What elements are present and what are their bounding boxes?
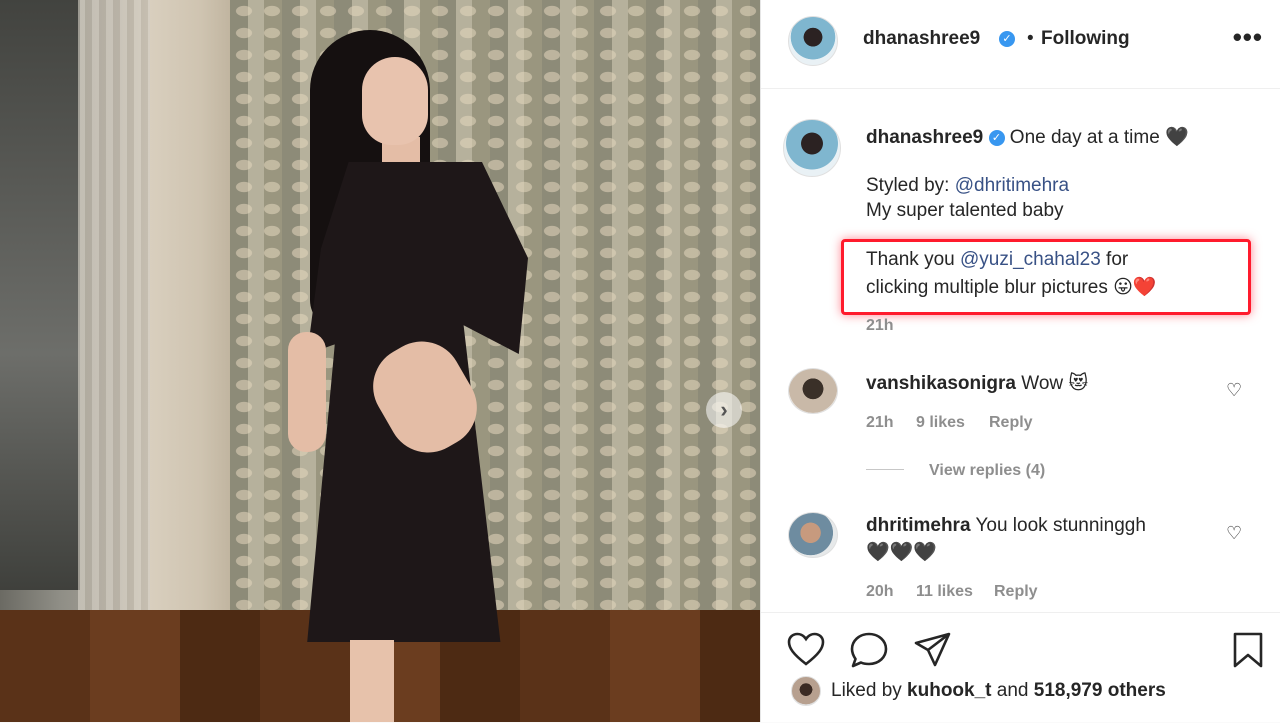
avatar[interactable] bbox=[788, 16, 838, 66]
comment-username[interactable]: dhritimehra bbox=[866, 515, 971, 536]
comment-username[interactable]: vanshikasonigra bbox=[866, 373, 1016, 394]
like-comment-icon[interactable]: ♡ bbox=[1226, 380, 1246, 400]
liker-avatar[interactable] bbox=[791, 676, 821, 706]
verified-icon: ✓ bbox=[999, 31, 1015, 47]
photo-window bbox=[0, 0, 80, 590]
caption-text: One day at a time bbox=[1009, 127, 1160, 148]
share-icon[interactable] bbox=[913, 631, 953, 669]
mention-link[interactable]: @yuzi_chahal23 bbox=[960, 249, 1101, 270]
comment-text: You look stunninggh bbox=[975, 515, 1146, 536]
post-header: dhanashree9 ✓ • Following ••• bbox=[761, 0, 1280, 89]
next-image-button[interactable]: › bbox=[706, 392, 742, 428]
header-separator: • bbox=[1027, 28, 1034, 49]
comment-likes[interactable]: 11 likes bbox=[916, 583, 973, 601]
comment-time[interactable]: 21h bbox=[866, 414, 894, 432]
caption-line3: My super talented baby bbox=[866, 200, 1064, 221]
liker-username[interactable]: kuhook_t bbox=[907, 680, 991, 701]
post-side-panel: dhanashree9 ✓ • Following ••• dhanashree… bbox=[760, 0, 1280, 722]
comment-avatar[interactable] bbox=[788, 368, 838, 414]
header-username[interactable]: dhanashree9 bbox=[863, 28, 980, 50]
caption-avatar[interactable] bbox=[783, 119, 841, 177]
replies-divider bbox=[866, 469, 904, 470]
comment-likes[interactable]: 9 likes bbox=[916, 414, 965, 432]
comment-icon[interactable] bbox=[849, 631, 889, 669]
photo-sheer-curtain bbox=[78, 0, 158, 640]
caption-thanks-line2: clicking multiple blur pictures 😛❤️ bbox=[866, 277, 1157, 298]
comment-time[interactable]: 20h bbox=[866, 583, 894, 601]
following-button[interactable]: Following bbox=[1041, 28, 1130, 50]
save-bookmark-icon[interactable] bbox=[1231, 631, 1265, 669]
comment-text: Wow bbox=[1021, 373, 1064, 394]
comment-reply-button[interactable]: Reply bbox=[989, 414, 1033, 432]
comment-reply-button[interactable]: Reply bbox=[994, 583, 1038, 601]
post-caption: dhanashree9 ✓ One day at a time 🖤 Styled… bbox=[761, 95, 1280, 350]
caption-timestamp[interactable]: 21h bbox=[866, 317, 894, 335]
comment-body: vanshikasonigra Wow 😻 bbox=[866, 372, 1088, 395]
caption-first-line: dhanashree9 ✓ One day at a time 🖤 bbox=[866, 125, 1189, 149]
likes-count[interactable]: 518,979 others bbox=[1034, 680, 1166, 701]
post-actions bbox=[761, 612, 1280, 723]
caption-heart-emoji: 🖤 bbox=[1165, 127, 1189, 148]
caption-styled-by: Styled by: @dhritimehra bbox=[866, 175, 1070, 196]
verified-icon: ✓ bbox=[988, 129, 1005, 146]
comment-emoji-line: 🖤🖤🖤 bbox=[866, 542, 937, 563]
caption-thanks: Thank you @yuzi_chahal23 for bbox=[866, 249, 1129, 270]
like-comment-icon[interactable]: ♡ bbox=[1226, 523, 1246, 543]
photo-curtain-edge bbox=[150, 0, 234, 650]
post-photo[interactable]: › bbox=[0, 0, 760, 722]
like-icon[interactable] bbox=[786, 631, 826, 667]
view-replies-button[interactable]: View replies (4) bbox=[929, 462, 1045, 480]
caption-username[interactable]: dhanashree9 bbox=[866, 127, 983, 148]
likes-summary[interactable]: Liked by kuhook_t and 518,979 others bbox=[831, 680, 1166, 702]
comment-body: dhritimehra You look stunninggh bbox=[866, 515, 1146, 537]
photo-person bbox=[270, 12, 550, 722]
comment-avatar[interactable] bbox=[788, 512, 838, 558]
more-options-icon[interactable]: ••• bbox=[1233, 22, 1263, 53]
comment-emoji: 😻 bbox=[1068, 373, 1089, 394]
caption-emojis: 😛❤️ bbox=[1113, 277, 1157, 298]
mention-link[interactable]: @dhritimehra bbox=[955, 175, 1069, 196]
